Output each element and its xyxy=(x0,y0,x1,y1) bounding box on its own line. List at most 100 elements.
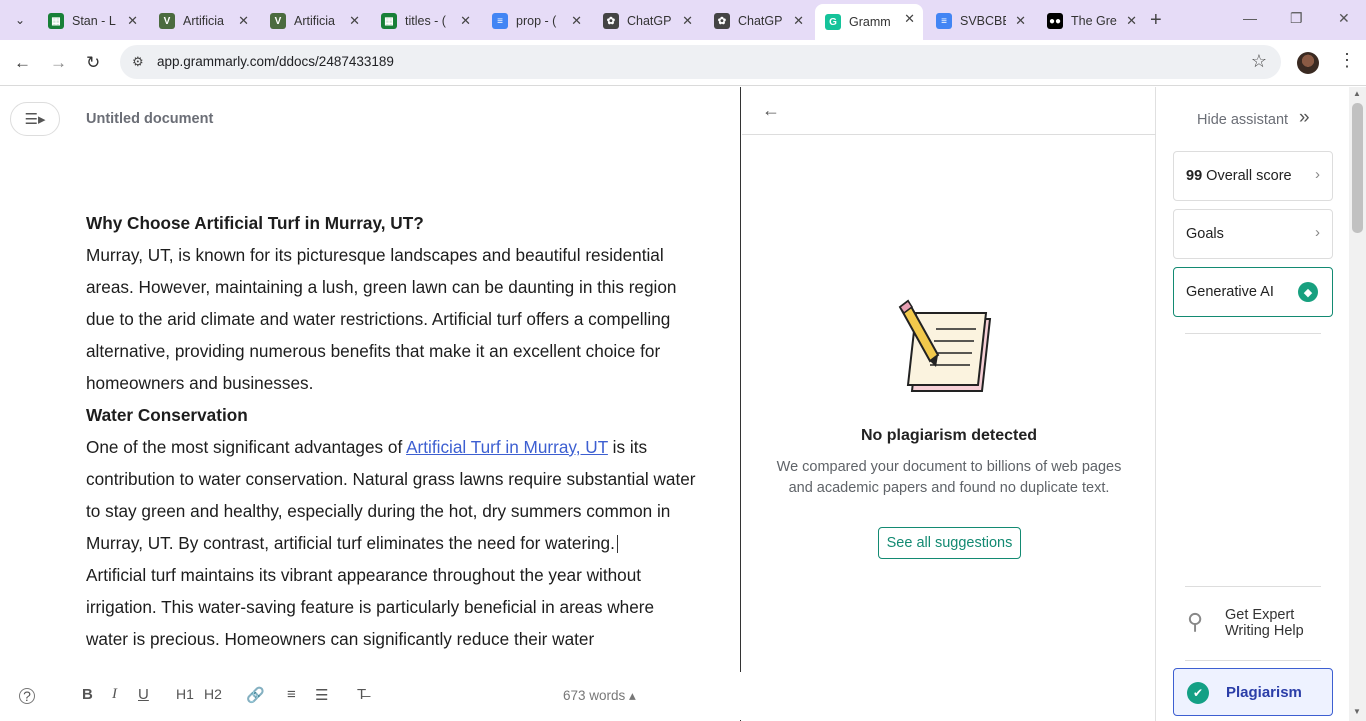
browser-tab[interactable]: V Artificia ✕ xyxy=(260,6,368,36)
text-cursor xyxy=(616,535,618,554)
expert-person-icon[interactable]: ⚲ xyxy=(1187,609,1203,635)
openai-icon: ✿ xyxy=(603,13,619,29)
vitality-icon: V xyxy=(159,13,175,29)
close-tab-icon[interactable]: ✕ xyxy=(793,13,804,29)
chevron-right-icon: › xyxy=(1315,166,1320,183)
close-window-icon[interactable]: ✕ xyxy=(1338,10,1350,27)
tab-title: Gramm xyxy=(849,15,891,29)
document-title[interactable]: Untitled document xyxy=(86,111,213,127)
see-all-suggestions-button[interactable]: See all suggestions xyxy=(878,527,1021,559)
overall-score-card[interactable]: 99 Overall score › xyxy=(1173,151,1333,201)
tab-title: Artificia xyxy=(183,14,224,28)
forward-arrow-icon[interactable]: → xyxy=(50,53,67,73)
browser-tab[interactable]: ≡ SVBCBE ✕ xyxy=(926,6,1034,36)
profile-avatar[interactable] xyxy=(1297,52,1319,74)
close-tab-icon[interactable]: ✕ xyxy=(460,13,471,29)
italic-button[interactable]: I xyxy=(112,686,117,703)
reload-icon[interactable]: ↻ xyxy=(86,53,100,73)
heading1-button[interactable]: H1 xyxy=(176,686,194,702)
tab-title: The Gre xyxy=(1071,14,1117,28)
assistant-sidebar: Hide assistant » 99 Overall score › Goal… xyxy=(1157,87,1349,721)
paragraph-vibrant[interactable]: Artificial turf maintains its vibrant ap… xyxy=(86,559,696,655)
get-expert-help-link[interactable]: Get Expert Writing Help xyxy=(1225,607,1325,639)
back-arrow-icon[interactable]: ← xyxy=(14,53,31,73)
close-tab-icon[interactable]: ✕ xyxy=(1126,13,1137,29)
double-chevron-right-icon[interactable]: » xyxy=(1299,107,1310,129)
browser-tab[interactable]: ▦ titles - (✕ xyxy=(371,6,479,36)
tab-title: ChatGP xyxy=(627,14,672,28)
bulleted-list-icon[interactable]: ☰ xyxy=(315,686,328,704)
browser-tab[interactable]: ✿ ChatGP ✕ xyxy=(704,6,812,36)
openai-icon: ✿ xyxy=(714,13,730,29)
new-tab-button[interactable]: + xyxy=(1150,9,1162,32)
docs-icon: ≡ xyxy=(492,13,508,29)
divider xyxy=(1185,660,1321,661)
browser-tab[interactable]: V Artificia ✕ xyxy=(149,6,257,36)
bookmark-star-icon[interactable]: ☆ xyxy=(1251,51,1267,72)
underline-button[interactable]: U xyxy=(138,686,149,703)
link-icon[interactable]: 🔗 xyxy=(246,686,265,704)
tab-search-chevron-icon[interactable]: ⌄ xyxy=(10,10,30,30)
sheets-icon: ▦ xyxy=(48,13,64,29)
divider xyxy=(1185,586,1321,587)
plagiarism-button[interactable]: ✔ Plagiarism xyxy=(1173,668,1333,716)
close-tab-icon[interactable]: ✕ xyxy=(571,13,582,29)
back-arrow-icon[interactable]: ← xyxy=(762,100,780,121)
hide-assistant-button[interactable]: Hide assistant xyxy=(1197,112,1288,128)
close-tab-icon[interactable]: ✕ xyxy=(1015,13,1026,29)
browser-menu-icon[interactable]: ⋮ xyxy=(1338,50,1356,71)
page-scrollbar[interactable]: ▲ ▼ xyxy=(1349,87,1366,721)
tab-title: titles - ( xyxy=(405,14,446,28)
chevron-right-icon: › xyxy=(1315,224,1320,241)
checkmark-icon: ✔ xyxy=(1187,682,1209,704)
no-plagiarism-title: No plagiarism detected xyxy=(860,427,1038,444)
score-label: Overall score xyxy=(1206,168,1292,184)
browser-tab[interactable]: ●● The Gre ✕ xyxy=(1037,6,1145,36)
overall-score-text: 99 Overall score xyxy=(1186,168,1292,184)
heading-why-choose[interactable]: Why Choose Artificial Turf in Murray, UT… xyxy=(86,207,696,239)
close-tab-icon[interactable]: ✕ xyxy=(682,13,693,29)
grammarly-icon: G xyxy=(825,14,841,30)
scroll-up-icon[interactable]: ▲ xyxy=(1353,89,1361,98)
artificial-turf-link[interactable]: Artificial Turf in Murray, UT xyxy=(406,437,608,457)
scrollbar-thumb[interactable] xyxy=(1352,103,1363,233)
restore-icon[interactable]: ❐ xyxy=(1290,10,1303,27)
generative-ai-icon: ◆ xyxy=(1298,282,1318,302)
generative-ai-label: Generative AI xyxy=(1186,284,1274,300)
numbered-list-icon[interactable]: ≡ xyxy=(287,686,296,703)
paragraph-intro[interactable]: Murray, UT, is known for its picturesque… xyxy=(86,239,696,399)
browser-tab[interactable]: ≡ prop - (✕ xyxy=(482,6,590,36)
browser-tab[interactable]: G Gramm ✕ xyxy=(815,4,923,40)
tab-title: Stan - L xyxy=(72,14,116,28)
scroll-down-icon[interactable]: ▼ xyxy=(1353,707,1361,716)
word-count[interactable]: 673 words ▴ xyxy=(563,688,636,704)
divider xyxy=(1185,333,1321,334)
browser-tab[interactable]: ▦ Stan - L ✕ xyxy=(38,6,146,36)
generative-ai-card[interactable]: Generative AI ◆ xyxy=(1173,267,1333,317)
help-icon[interactable]: ? xyxy=(19,688,35,704)
browser-tab[interactable]: ✿ ChatGP ✕ xyxy=(593,6,701,36)
goals-card[interactable]: Goals › xyxy=(1173,209,1333,259)
minimize-icon[interactable]: — xyxy=(1243,10,1257,26)
document-body[interactable]: Why Choose Artificial Turf in Murray, UT… xyxy=(86,207,696,672)
close-tab-icon[interactable]: ✕ xyxy=(238,13,249,29)
tab-title: ChatGP xyxy=(738,14,783,28)
close-tab-icon[interactable]: ✕ xyxy=(127,13,138,29)
formatting-toolbar: ? B I U H1 H2 🔗 ≡ ☰ T̶ 673 words ▴ xyxy=(0,672,741,720)
paragraph-water[interactable]: One of the most significant advantages o… xyxy=(86,431,696,559)
site-settings-icon[interactable]: ⚙ xyxy=(132,54,144,70)
document-menu-button[interactable]: ☰▸ xyxy=(10,102,60,136)
heading-water-conservation[interactable]: Water Conservation xyxy=(86,399,696,431)
docs-icon: ≡ xyxy=(936,13,952,29)
tab-title: Artificia xyxy=(294,14,335,28)
close-tab-icon[interactable]: ✕ xyxy=(349,13,360,29)
close-tab-icon[interactable]: ✕ xyxy=(904,11,915,27)
medium-icon: ●● xyxy=(1047,13,1063,29)
clear-formatting-icon[interactable]: T̶ xyxy=(357,686,366,703)
url-text[interactable]: app.grammarly.com/ddocs/2487433189 xyxy=(157,54,394,69)
url-bar[interactable]: ⚙ app.grammarly.com/ddocs/2487433189 ☆ xyxy=(120,45,1281,79)
heading2-button[interactable]: H2 xyxy=(204,686,222,702)
goals-label: Goals xyxy=(1186,226,1224,242)
bold-button[interactable]: B xyxy=(82,686,93,703)
vitality-icon: V xyxy=(270,13,286,29)
